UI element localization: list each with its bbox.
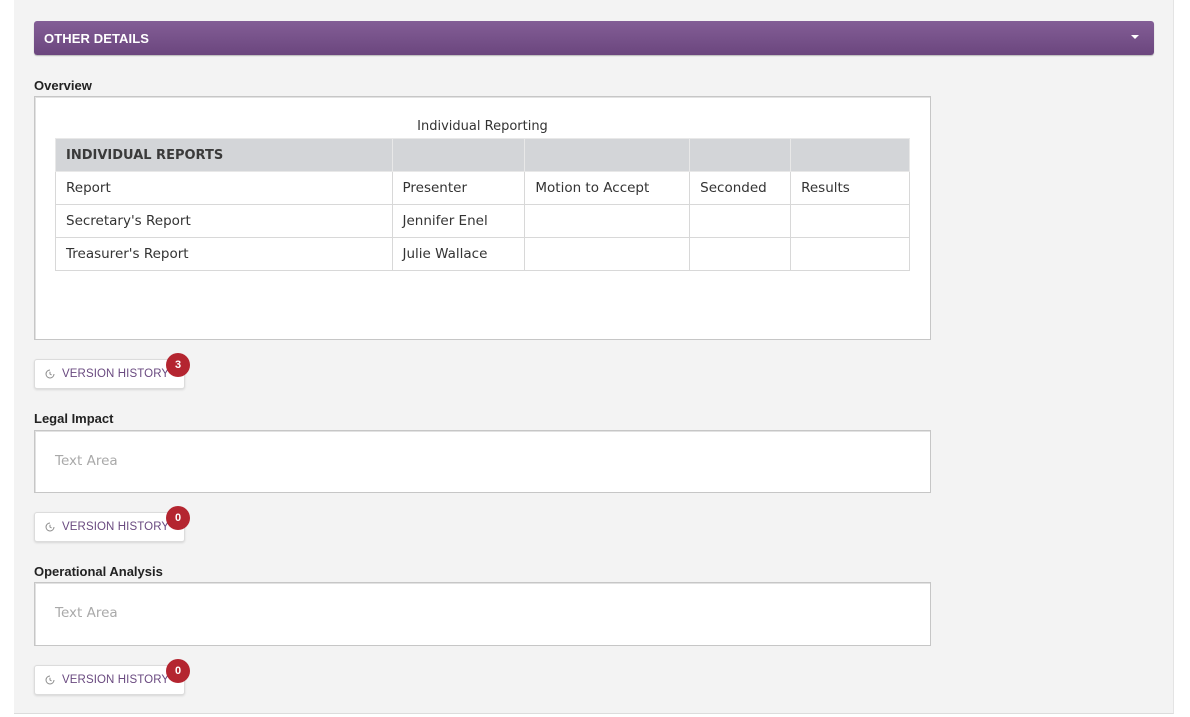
history-clock-icon — [45, 369, 55, 379]
overview-editor[interactable]: Individual Reporting INDIVIDUAL REPORTS … — [34, 96, 931, 340]
table-cell — [689, 204, 792, 238]
column-results: Results — [790, 171, 910, 205]
legal-impact-label: Legal Impact — [34, 411, 114, 426]
table-column-row: Report Presenter Motion to Accept Second… — [55, 171, 910, 205]
table-cell: Julie Wallace — [391, 237, 526, 271]
table-caption: Individual Reporting — [417, 119, 548, 134]
table-cell — [790, 204, 910, 238]
table-section-header: INDIVIDUAL REPORTS — [55, 138, 393, 172]
table-cell — [524, 237, 691, 271]
table-header-cell — [391, 138, 526, 172]
table-row: Treasurer's Report Julie Wallace — [55, 237, 910, 271]
column-report: Report — [55, 171, 393, 205]
version-history-label: VERSION HISTORY — [62, 521, 170, 533]
version-count-badge: 3 — [166, 353, 190, 377]
column-seconded: Seconded — [689, 171, 792, 205]
table-header-cell — [790, 138, 910, 172]
table-cell — [689, 237, 792, 271]
table-header-row: INDIVIDUAL REPORTS — [55, 138, 910, 172]
history-clock-icon — [45, 675, 55, 685]
other-details-header[interactable]: OTHER DETAILS — [34, 21, 1154, 55]
table-cell — [524, 204, 691, 238]
overview-label: Overview — [34, 78, 92, 93]
other-details-panel: OTHER DETAILS Overview Individual Report… — [14, 0, 1174, 714]
table-header-cell — [689, 138, 792, 172]
column-presenter: Presenter — [391, 171, 526, 205]
column-motion-to-accept: Motion to Accept — [524, 171, 691, 205]
version-count-badge: 0 — [166, 659, 190, 683]
version-count-badge: 0 — [166, 506, 190, 530]
caret-down-icon[interactable] — [1131, 35, 1139, 39]
version-history-label: VERSION HISTORY — [62, 368, 170, 380]
version-history-label: VERSION HISTORY — [62, 674, 170, 686]
textarea-placeholder: Text Area — [55, 605, 118, 621]
overview-version-history-button[interactable]: VERSION HISTORY 3 — [34, 353, 190, 389]
operational-analysis-version-history-button[interactable]: VERSION HISTORY 0 — [34, 659, 190, 695]
textarea-placeholder: Text Area — [55, 453, 118, 469]
history-clock-icon — [45, 522, 55, 532]
operational-analysis-textarea[interactable]: Text Area — [34, 582, 931, 646]
legal-impact-version-history-button[interactable]: VERSION HISTORY 0 — [34, 506, 190, 542]
individual-reports-table: INDIVIDUAL REPORTS Report Presenter Moti… — [55, 138, 910, 271]
table-cell: Treasurer's Report — [55, 237, 393, 271]
table-cell: Jennifer Enel — [391, 204, 526, 238]
section-title: OTHER DETAILS — [44, 31, 150, 46]
legal-impact-textarea[interactable]: Text Area — [34, 430, 931, 493]
table-cell — [790, 237, 910, 271]
operational-analysis-label: Operational Analysis — [34, 564, 163, 579]
table-row: Secretary's Report Jennifer Enel — [55, 204, 910, 238]
table-header-cell — [524, 138, 691, 172]
table-cell: Secretary's Report — [55, 204, 393, 238]
